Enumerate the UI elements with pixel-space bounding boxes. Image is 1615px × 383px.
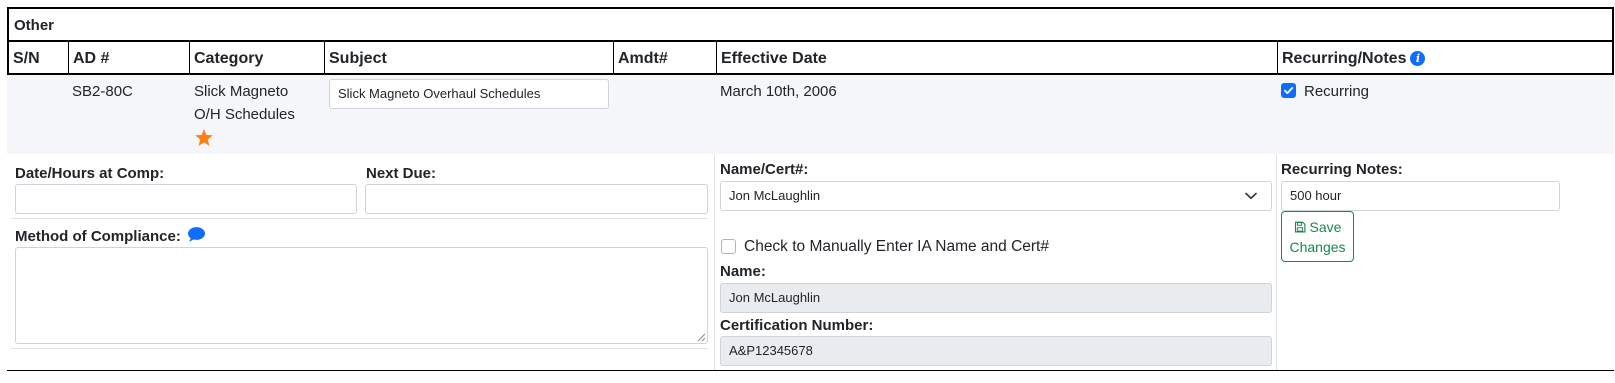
column-header-category: Category <box>189 42 324 73</box>
info-circle-icon[interactable]: i <box>1410 51 1426 66</box>
manual-entry-checkbox[interactable] <box>721 239 736 254</box>
method-of-compliance-textarea[interactable] <box>15 247 708 344</box>
column-header-amdt: Amdt# <box>613 42 716 73</box>
divider <box>11 348 708 349</box>
save-button-label-line1: Save <box>1309 219 1342 235</box>
column-header-ad: AD # <box>68 42 189 73</box>
column-header-subject: Subject <box>324 42 613 73</box>
date-hours-input[interactable] <box>15 184 357 214</box>
check-icon <box>1283 87 1294 94</box>
name-input[interactable]: Jon McLaughlin <box>720 283 1272 313</box>
floppy-disk-icon <box>1294 221 1306 233</box>
column-header-recurring-notes-label: Recurring/Notes <box>1282 50 1407 67</box>
name-cert-label: Name/Cert#: <box>720 161 809 178</box>
method-of-compliance-label-text: Method of Compliance: <box>15 228 181 245</box>
recurring-checkbox[interactable] <box>1281 83 1296 98</box>
ad-number: SB2-80C <box>72 83 133 100</box>
table-bottom-border <box>7 370 1614 371</box>
next-due-input[interactable] <box>365 184 708 214</box>
column-divider <box>1276 155 1277 371</box>
name-cert-selected-value: Jon McLaughlin <box>729 188 821 203</box>
recurring-notes-input[interactable]: 500 hour <box>1281 181 1560 211</box>
column-header-recurring-notes: Recurring/Notes i <box>1277 42 1612 73</box>
category-line-1: Slick Magneto <box>194 83 289 100</box>
effective-date-value: March 10th, 2006 <box>720 83 837 100</box>
name-cert-select[interactable]: Jon McLaughlin <box>720 181 1272 211</box>
category-line-2: O/H Schedules <box>194 106 295 123</box>
next-due-label: Next Due: <box>366 165 437 182</box>
divider <box>11 218 708 219</box>
table-header-row: S/N AD # Category Subject Amdt# Effectiv… <box>7 40 1614 75</box>
certification-number-label: Certification Number: <box>720 317 874 334</box>
method-of-compliance-label: Method of Compliance: <box>15 227 205 245</box>
recurring-label: Recurring <box>1304 83 1370 100</box>
column-header-sn: S/N <box>13 50 40 67</box>
name-label: Name: <box>720 263 766 280</box>
column-header-effective-date: Effective Date <box>716 42 1277 73</box>
chevron-down-icon <box>1245 192 1257 200</box>
chat-bubble-icon[interactable] <box>188 227 205 242</box>
resize-handle-icon[interactable] <box>697 333 706 342</box>
star-icon[interactable] <box>195 129 213 146</box>
recurring-notes-label: Recurring Notes: <box>1281 161 1403 178</box>
ad-compliance-panel: Other S/N AD # Category Subject Amdt# Ef… <box>0 0 1615 383</box>
manual-entry-label: Check to Manually Enter IA Name and Cert… <box>744 238 1049 255</box>
certification-number-input[interactable]: A&P12345678 <box>720 336 1272 366</box>
date-hours-label: Date/Hours at Comp: <box>15 165 165 182</box>
save-changes-button[interactable]: Save Changes <box>1281 211 1354 262</box>
subject-input[interactable]: Slick Magneto Overhaul Schedules <box>329 79 609 109</box>
column-divider <box>714 155 715 371</box>
section-title: Other <box>7 7 1614 41</box>
save-button-label-line2: Changes <box>1289 239 1346 255</box>
